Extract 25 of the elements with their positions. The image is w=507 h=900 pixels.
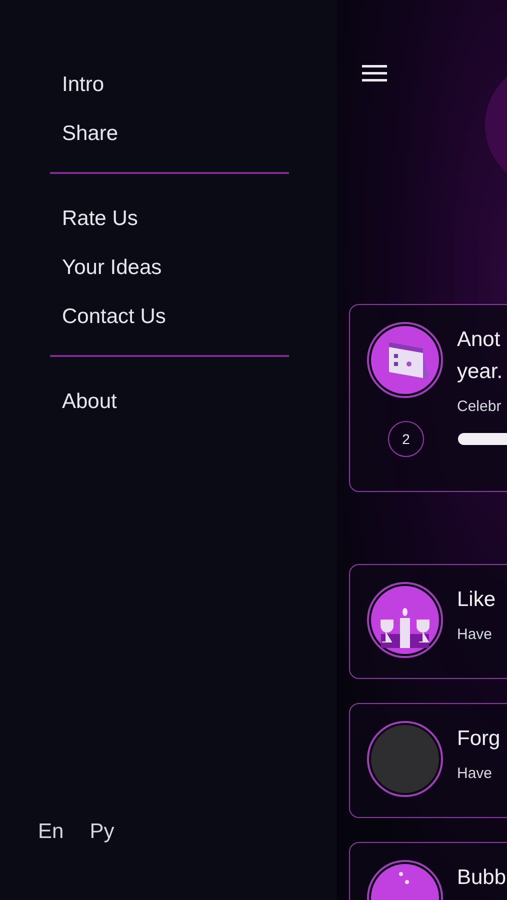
drawer-menu-item[interactable]: Your Ideas xyxy=(62,253,162,282)
story-card[interactable]: Anot year. Celebr 2 xyxy=(349,304,507,492)
card-title: year. xyxy=(457,359,503,385)
card-title: Bubb xyxy=(457,865,506,891)
card-title: Forg xyxy=(457,726,500,752)
card-subtitle: Celebr xyxy=(457,398,502,415)
drawer-menu-item[interactable]: Rate Us xyxy=(62,204,138,233)
story-card[interactable]: Forg Have xyxy=(349,703,507,818)
menu-button[interactable] xyxy=(362,62,388,84)
candle-icon xyxy=(367,582,443,658)
drawer-menu-item[interactable]: About xyxy=(62,387,117,416)
card-title: Anot xyxy=(457,327,502,353)
calendar-icon xyxy=(367,322,443,398)
card-title: Like xyxy=(457,587,496,613)
card-subtitle: Have xyxy=(457,626,494,643)
story-card[interactable]: Like Have xyxy=(349,564,507,679)
story-card[interactable]: Bubb xyxy=(349,842,507,900)
card-subtitle: Have xyxy=(457,765,494,782)
drawer-menu-item[interactable]: Contact Us xyxy=(62,302,166,331)
language-option[interactable]: Py xyxy=(90,820,114,844)
dark-circle-icon xyxy=(367,721,443,797)
language-option[interactable]: En xyxy=(38,820,64,844)
drawer-menu-item[interactable]: Share xyxy=(62,119,118,148)
drawer-menu-item[interactable]: Intro xyxy=(62,70,104,99)
count-badge: 2 xyxy=(388,421,424,457)
